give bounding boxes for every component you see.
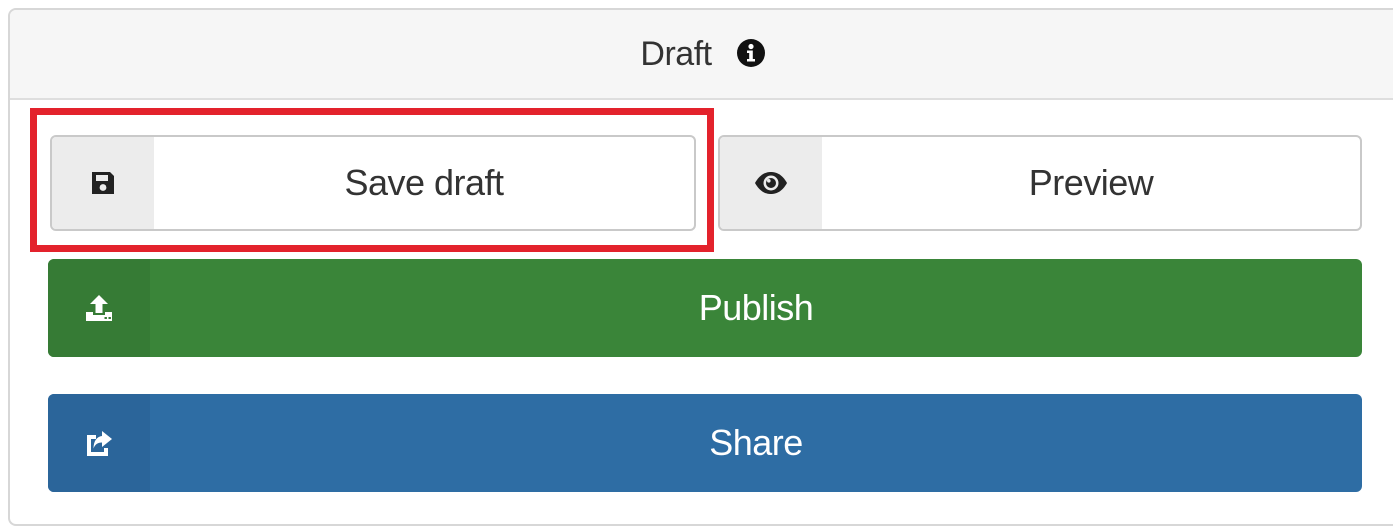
panel-header: Draft [10, 10, 1393, 100]
preview-label: Preview [1028, 162, 1154, 203]
publish-button[interactable]: Publish [48, 259, 1362, 357]
floppy-disk-icon [52, 137, 154, 229]
eye-icon [720, 137, 822, 229]
preview-button[interactable]: Preview [718, 135, 1362, 231]
upload-icon [48, 259, 150, 357]
panel-title: Draft [640, 34, 712, 73]
publish-label: Publish [698, 287, 814, 328]
share-button[interactable]: Share [48, 394, 1362, 492]
share-label: Share [709, 422, 803, 463]
share-square-icon [48, 394, 150, 492]
save-draft-label: Save draft [344, 162, 504, 203]
info-icon[interactable] [736, 38, 766, 68]
save-draft-button[interactable]: Save draft [50, 135, 696, 231]
